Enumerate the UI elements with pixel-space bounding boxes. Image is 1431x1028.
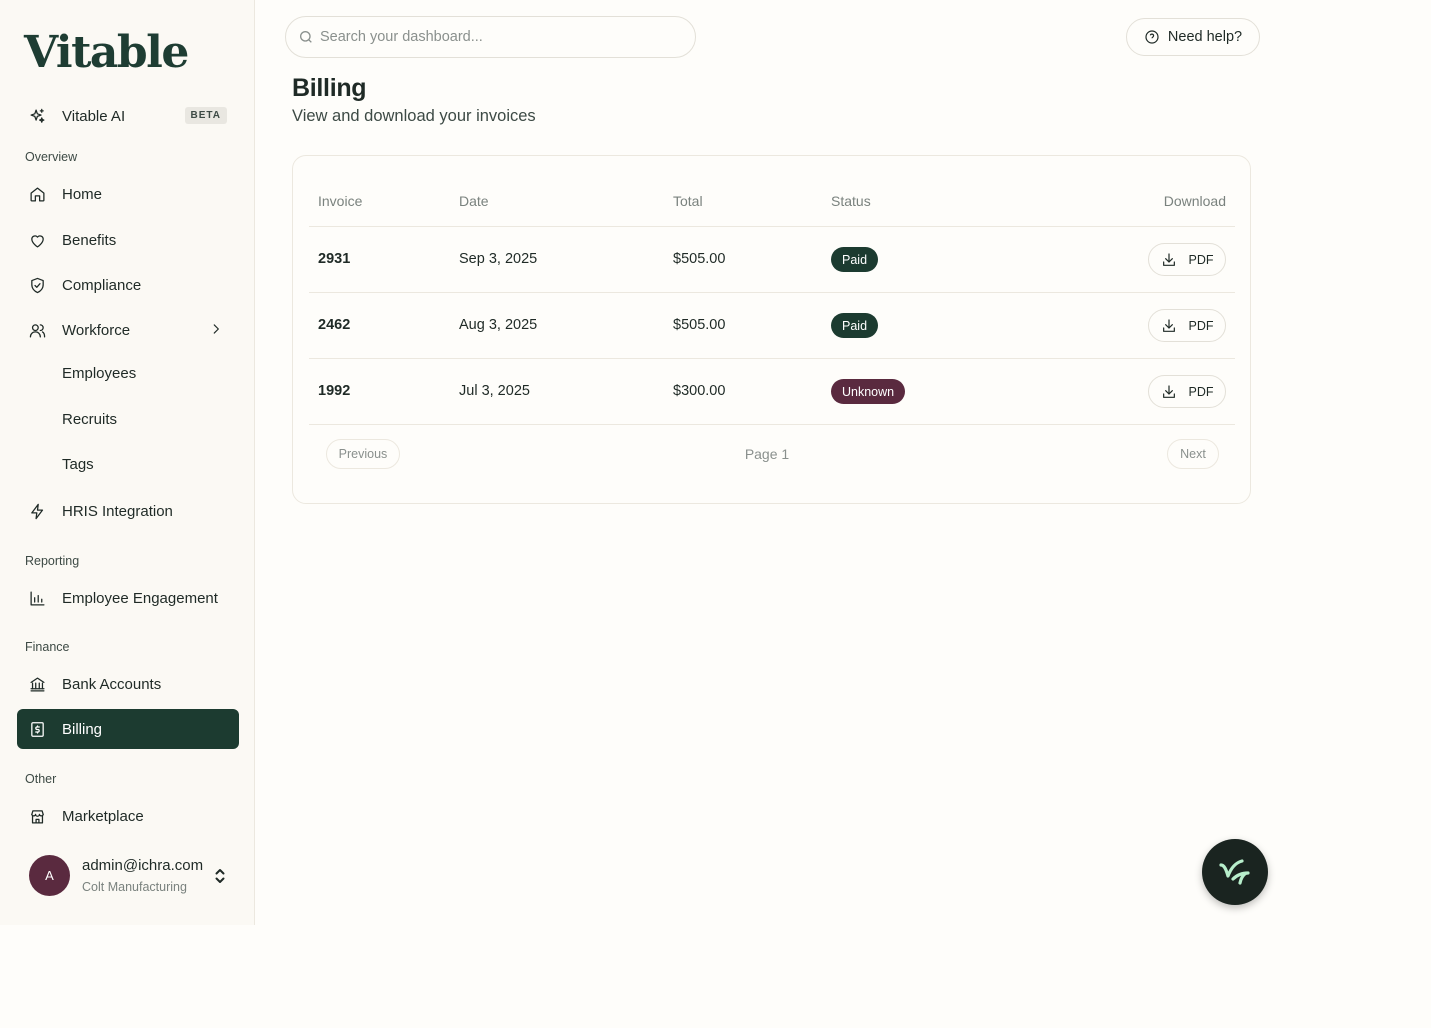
search-input[interactable] bbox=[320, 29, 680, 45]
chevrons-up-down-icon[interactable] bbox=[214, 867, 226, 885]
heart-icon bbox=[29, 232, 46, 249]
page-subtitle: View and download your invoices bbox=[292, 107, 536, 125]
sidebar-item-label: Tags bbox=[62, 455, 94, 473]
section-label-finance: Finance bbox=[25, 640, 70, 654]
table-row: 1992 Jul 3, 2025 $300.00 Unknown PDF bbox=[309, 358, 1235, 424]
sidebar-item-label: Home bbox=[62, 185, 103, 203]
status-badge: Unknown bbox=[831, 379, 906, 404]
status-badge: Paid bbox=[831, 247, 879, 272]
sidebar-item-vitable-ai[interactable]: Vitable AI BETA bbox=[17, 96, 239, 136]
sidebar-item-label: Vitable AI bbox=[62, 107, 126, 125]
invoice-date: Sep 3, 2025 bbox=[459, 251, 538, 267]
column-header-status: Status bbox=[831, 193, 871, 209]
download-label: PDF bbox=[1188, 252, 1214, 267]
download-pdf-button[interactable]: PDF bbox=[1148, 309, 1226, 342]
need-help-button[interactable]: Need help? bbox=[1126, 18, 1260, 56]
invoice-date: Jul 3, 2025 bbox=[459, 383, 530, 399]
sidebar-item-label: Benefits bbox=[62, 231, 117, 249]
section-label-other: Other bbox=[25, 772, 57, 786]
sidebar-item-label: Bank Accounts bbox=[62, 675, 162, 693]
receipt-dollar-icon bbox=[29, 721, 46, 738]
user-email: admin@ichra.com bbox=[82, 857, 204, 874]
download-icon bbox=[1162, 252, 1175, 266]
page-indicator: Page 1 bbox=[744, 446, 790, 462]
home-icon bbox=[29, 186, 46, 203]
invoice-date: Aug 3, 2025 bbox=[459, 317, 538, 333]
store-icon bbox=[29, 808, 46, 825]
sidebar-item-recruits[interactable]: Recruits bbox=[17, 399, 239, 439]
page-title: Billing bbox=[292, 74, 367, 102]
column-header-invoice: Invoice bbox=[318, 193, 363, 209]
invoice-table-card: Invoice Date Total Status Download 2931 … bbox=[292, 155, 1251, 504]
users-icon bbox=[29, 322, 46, 339]
column-header-download: Download bbox=[1163, 193, 1226, 209]
sidebar-item-workforce[interactable]: Workforce bbox=[17, 310, 239, 350]
sidebar-item-employee-engagement[interactable]: Employee Engagement bbox=[17, 578, 239, 618]
sidebar-item-label: HRIS Integration bbox=[62, 502, 173, 520]
column-header-total: Total bbox=[673, 193, 703, 209]
sidebar: Vitable Vitable AI BETA Overview Home Be… bbox=[0, 0, 255, 925]
sidebar-item-bank-accounts[interactable]: Bank Accounts bbox=[17, 664, 239, 704]
download-pdf-button[interactable]: PDF bbox=[1148, 243, 1226, 276]
download-label: PDF bbox=[1188, 318, 1214, 333]
sidebar-item-label: Recruits bbox=[62, 410, 118, 428]
help-circle-icon bbox=[1145, 30, 1159, 44]
sidebar-item-home[interactable]: Home bbox=[17, 174, 239, 214]
search-bar[interactable] bbox=[285, 16, 696, 58]
bank-icon bbox=[29, 676, 46, 693]
beta-badge: BETA bbox=[184, 107, 227, 124]
download-icon bbox=[1162, 384, 1175, 398]
sidebar-item-hris-integration[interactable]: HRIS Integration bbox=[17, 491, 239, 531]
vitable-assistant-button[interactable] bbox=[1202, 839, 1268, 905]
section-label-reporting: Reporting bbox=[25, 554, 80, 568]
invoice-total: $505.00 bbox=[673, 317, 726, 333]
invoice-total: $505.00 bbox=[673, 251, 726, 267]
sidebar-item-label: Compliance bbox=[62, 276, 142, 294]
sidebar-item-compliance[interactable]: Compliance bbox=[17, 265, 239, 305]
sidebar-item-label: Employees bbox=[62, 364, 137, 382]
search-icon bbox=[300, 31, 312, 43]
sidebar-item-label: Billing bbox=[62, 720, 103, 738]
sidebar-item-tags[interactable]: Tags bbox=[17, 444, 239, 484]
chevron-right-icon[interactable] bbox=[209, 322, 223, 336]
table-row: 2931 Sep 3, 2025 $505.00 Paid PDF bbox=[309, 226, 1235, 292]
invoice-number: 2931 bbox=[318, 251, 351, 267]
avatar: A bbox=[29, 855, 70, 896]
sidebar-item-label: Workforce bbox=[62, 321, 131, 339]
sidebar-item-billing[interactable]: Billing bbox=[17, 709, 239, 749]
pagination: Previous Page 1 Next bbox=[309, 424, 1235, 469]
zap-icon bbox=[29, 503, 46, 520]
sidebar-item-label: Marketplace bbox=[62, 807, 144, 825]
shield-check-icon bbox=[29, 277, 46, 294]
need-help-label: Need help? bbox=[1167, 29, 1243, 45]
sidebar-item-marketplace[interactable]: Marketplace bbox=[17, 796, 239, 836]
download-icon bbox=[1162, 318, 1175, 332]
invoice-number: 2462 bbox=[318, 317, 351, 333]
section-label-overview: Overview bbox=[25, 150, 78, 164]
next-page-button[interactable]: Next bbox=[1167, 439, 1219, 469]
user-company: Colt Manufacturing bbox=[82, 880, 187, 894]
sidebar-item-label: Employee Engagement bbox=[62, 589, 218, 607]
status-badge: Paid bbox=[831, 313, 879, 338]
invoice-total: $300.00 bbox=[673, 383, 726, 399]
vitable-logo[interactable]: Vitable bbox=[24, 30, 189, 76]
invoice-number: 1992 bbox=[318, 383, 351, 399]
sidebar-item-benefits[interactable]: Benefits bbox=[17, 220, 239, 260]
table-row: 2462 Aug 3, 2025 $505.00 Paid PDF bbox=[309, 292, 1235, 358]
bar-chart-icon bbox=[29, 590, 46, 607]
column-header-date: Date bbox=[459, 193, 489, 209]
sparkles-icon bbox=[29, 108, 46, 125]
user-menu[interactable]: A admin@ichra.com Colt Manufacturing bbox=[29, 855, 239, 897]
download-pdf-button[interactable]: PDF bbox=[1148, 375, 1226, 408]
sidebar-item-employees[interactable]: Employees bbox=[17, 353, 239, 393]
vitable-logo-icon bbox=[1219, 859, 1250, 885]
download-label: PDF bbox=[1188, 384, 1214, 399]
